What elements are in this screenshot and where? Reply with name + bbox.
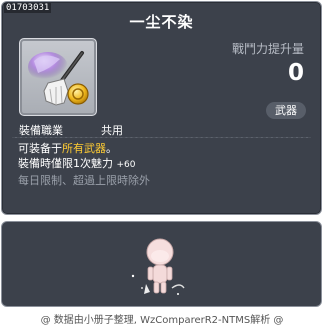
item-title: 一尘不染 <box>129 13 194 31</box>
job-value: 共用 <box>101 124 123 137</box>
divider <box>12 137 311 138</box>
category-badge: 武器 <box>266 102 306 119</box>
power-label: 戰鬥力提升量 <box>231 42 304 56</box>
desc-line-limit: 每日限制、超過上限時除外 <box>18 174 150 187</box>
item-tooltip: 01703031 一尘不染 戰鬥力提升量 0 武器 裝備職業 共用 可装备于所有… <box>1 1 322 215</box>
item-description: 可装备于所有武器。 裝備時僅限1次魅力 +60 每日限制、超過上限時除外 <box>18 141 150 188</box>
item-icon-frame <box>19 38 97 116</box>
job-label: 裝備職業 <box>19 124 63 137</box>
footer-credit: @ 数据由小册子整理, WzComparerR2-NTMS解析 @ <box>40 315 284 326</box>
power-value: 0 <box>287 60 304 86</box>
charm-value: +60 <box>116 160 136 170</box>
desc-line-charm: 裝備時僅限1次魅力 +60 <box>18 157 136 170</box>
broom-with-coin-icon <box>28 51 89 106</box>
job-row: 裝備職業 共用 <box>19 122 123 138</box>
highlight-all-weapons: 所有武器 <box>62 142 106 155</box>
character-preview-panel <box>1 221 322 307</box>
character-preview <box>131 238 185 295</box>
desc-line-equip: 可装备于所有武器。 <box>18 142 117 155</box>
